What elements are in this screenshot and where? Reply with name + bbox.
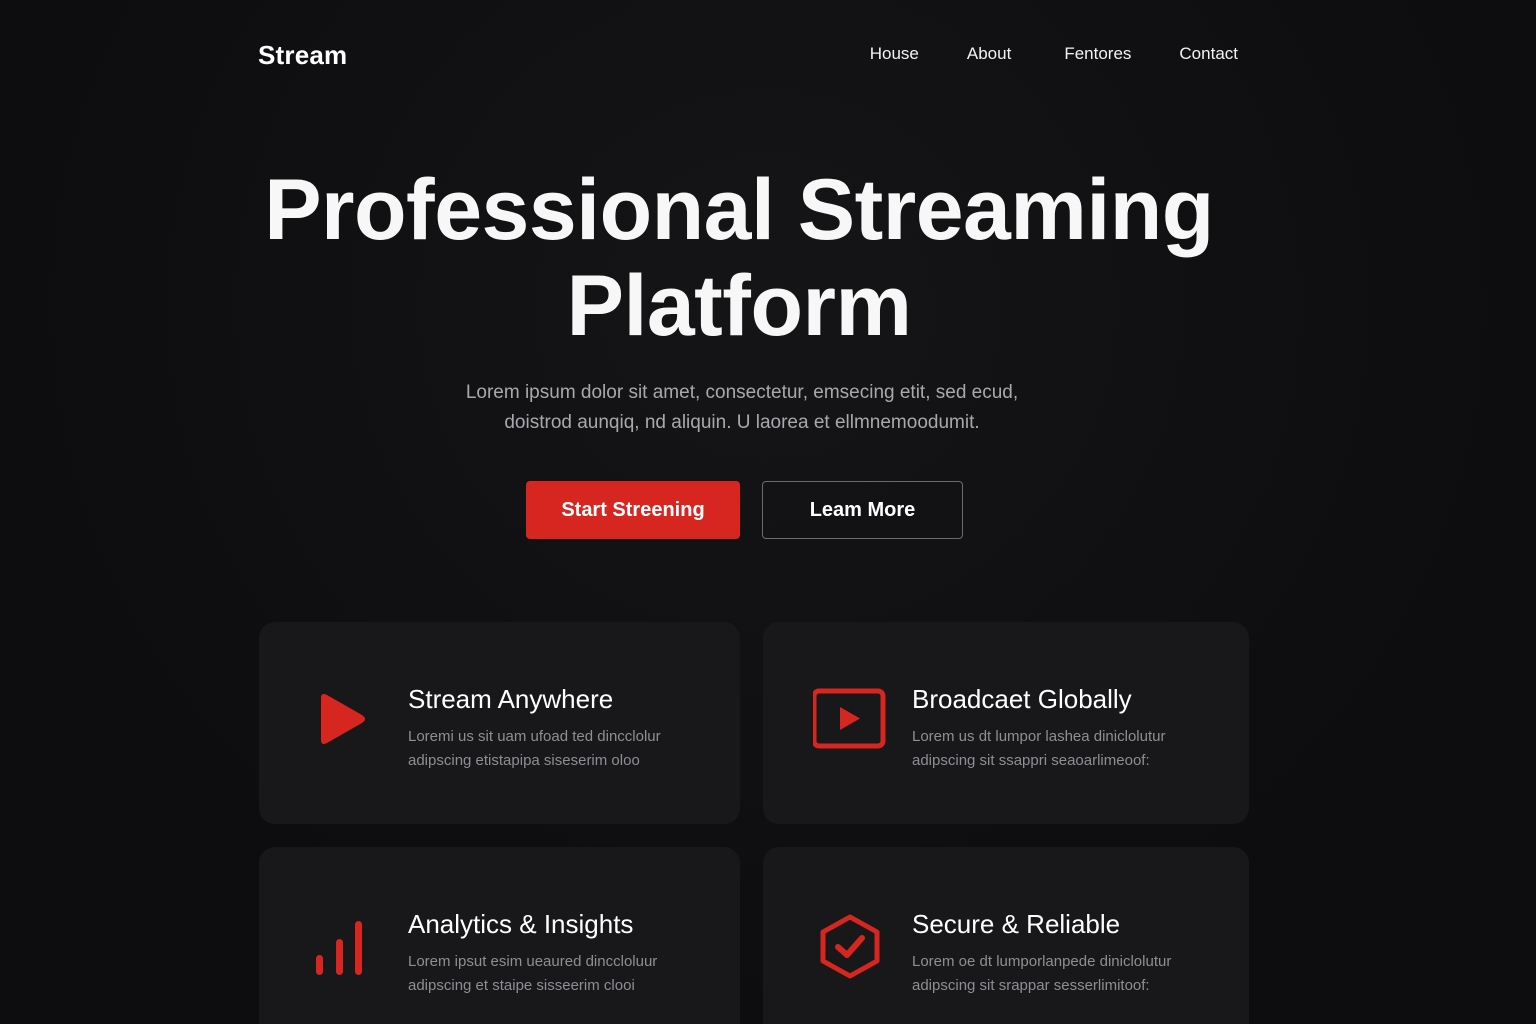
feature-description-line-1: Lorem us dt lumpor lashea diniclolutur <box>912 728 1166 745</box>
hero-subtitle-line-1: Lorem ipsum dolor sit amet, consectetur,… <box>465 382 1019 403</box>
feature-description-line-2: adipscing et staipe sisseerim clooi <box>408 977 635 994</box>
feature-description-line-2: adipscing etistapipa siseserim oloo <box>408 752 640 769</box>
hero-subtitle: Lorem ipsum dolor sit amet, consectetur,… <box>0 378 1484 438</box>
nav-link-contact[interactable]: Contact <box>1179 44 1238 64</box>
feature-title: Secure & Reliable <box>912 909 1121 939</box>
feature-description: Loremi us sit uam ufoad ted dincclolur a… <box>408 725 661 773</box>
bar-chart-icon <box>309 913 385 981</box>
hero-title-line-2: Platform <box>566 258 912 354</box>
feature-description-line-1: Lorem oe dt lumporlanpede diniclolutur <box>912 953 1172 970</box>
feature-description-line-2: adipscing sit srappar sesserlimitoof: <box>912 977 1150 994</box>
feature-card-broadcast-globally[interactable]: Broadcaet Globally Lorem us dt lumpor la… <box>763 622 1249 824</box>
hero-title: Professional Streaming Platform <box>0 162 1478 354</box>
nav-link-house[interactable]: House <box>870 44 919 64</box>
landing-page: Stream House About Fentores Contact Prof… <box>0 0 1536 1024</box>
feature-title: Analytics & Insights <box>408 909 634 939</box>
learn-more-button[interactable]: Leam More <box>762 481 963 539</box>
shield-check-icon <box>813 913 889 981</box>
feature-title: Broadcaet Globally <box>912 684 1132 714</box>
nav-link-features[interactable]: Fentores <box>1064 44 1131 64</box>
feature-description-line-2: adipscing sit ssappri seaoarlimeoof: <box>912 752 1150 769</box>
feature-description-line-1: Loremi us sit uam ufoad ted dincclolur <box>408 728 661 745</box>
feature-card-secure-reliable[interactable]: Secure & Reliable Lorem oe dt lumporlanp… <box>763 847 1249 1024</box>
video-play-icon <box>813 688 889 756</box>
start-streaming-button[interactable]: Start Streening <box>526 481 740 539</box>
brand-logo[interactable]: Stream <box>258 40 347 71</box>
hero-subtitle-line-2: doistrod aunqiq, nd aliquin. U laorea et… <box>504 412 980 433</box>
nav-links: House About Fentores Contact <box>870 44 1238 64</box>
feature-description: Lorem oe dt lumporlanpede diniclolutur a… <box>912 950 1171 998</box>
feature-title: Stream Anywhere <box>408 684 614 714</box>
feature-card-analytics-insights[interactable]: Analytics & Insights Lorem ipsut esim ue… <box>259 847 740 1024</box>
nav-link-about[interactable]: About <box>967 44 1011 64</box>
hero-title-line-1: Professional Streaming <box>264 162 1214 258</box>
feature-description: Lorem ipsut esim ueaured dinccloluur adi… <box>408 950 657 998</box>
feature-card-stream-anywhere[interactable]: Stream Anywhere Loremi us sit uam ufoad … <box>259 622 740 824</box>
feature-description-line-1: Lorem ipsut esim ueaured dinccloluur <box>408 953 658 970</box>
feature-description: Lorem us dt lumpor lashea diniclolutur a… <box>912 725 1165 773</box>
top-nav: Stream House About Fentores Contact <box>258 0 1238 108</box>
play-icon <box>309 688 385 756</box>
